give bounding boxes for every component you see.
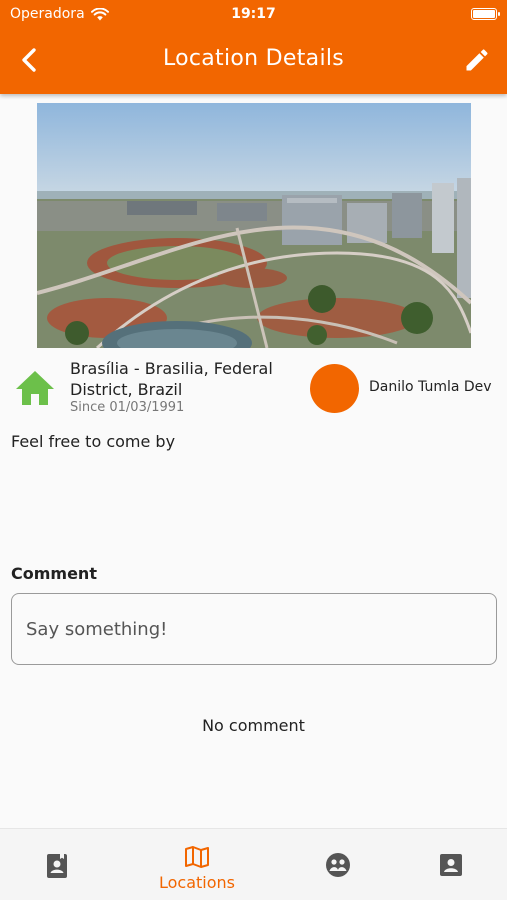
nav-item-contacts[interactable] (12, 829, 102, 900)
status-time: 19:17 (231, 6, 276, 22)
location-since: Since 01/03/1991 (70, 400, 185, 415)
comment-input[interactable] (11, 593, 497, 665)
status-bar: Operadora 19:17 (0, 0, 507, 28)
app-bar: Location Details (0, 28, 507, 92)
nav-item-profile[interactable] (406, 829, 496, 900)
bottom-nav: Locations (0, 828, 507, 900)
empty-comments-text: No comment (202, 716, 305, 735)
community-icon (326, 853, 350, 877)
battery-level (473, 10, 495, 18)
nav-item-community[interactable] (293, 829, 383, 900)
location-name: Brasília - Brasilia, Federal District, B… (70, 359, 273, 399)
top-bar: Operadora 19:17 Location Details (0, 0, 507, 94)
comment-label: Comment (11, 564, 97, 583)
contacts-book-icon (47, 854, 67, 878)
nav-item-label: Locations (158, 873, 235, 892)
location-photo (37, 103, 471, 348)
avatar[interactable] (310, 364, 359, 413)
nav-item-locations[interactable]: Locations (152, 829, 242, 900)
location-description: Feel free to come by (11, 432, 176, 451)
home-icon (16, 371, 54, 405)
profile-card-icon (440, 854, 462, 876)
pencil-icon[interactable] (463, 46, 491, 74)
page-title: Location Details (162, 46, 345, 71)
owner-name[interactable]: Danilo Tumla Dev (369, 379, 492, 395)
battery-icon (471, 8, 500, 20)
map-icon (185, 846, 209, 868)
